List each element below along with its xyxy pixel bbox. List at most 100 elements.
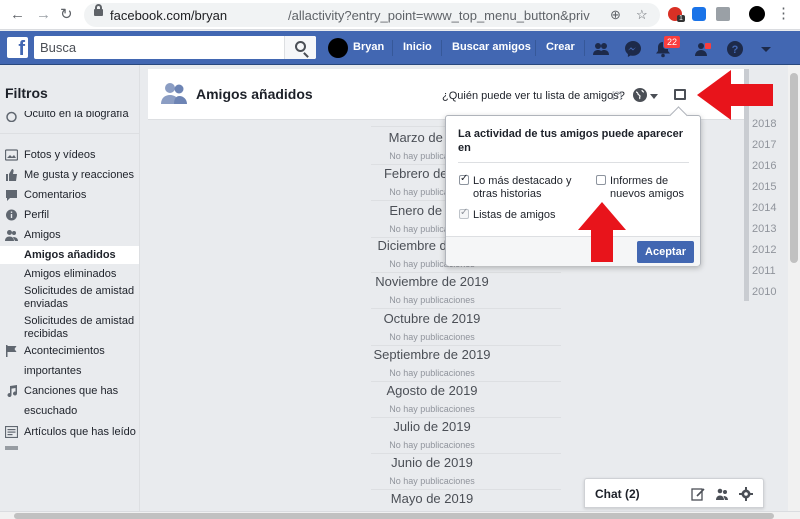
annotation-arrow-up [578, 202, 626, 262]
filters-title: Filtros [5, 85, 48, 101]
sidebar-item-requests-received-line2[interactable]: recibidas [24, 328, 68, 341]
year-link[interactable]: 2017 [752, 139, 776, 151]
profile-avatar[interactable] [328, 38, 348, 58]
year-link[interactable]: 2015 [752, 181, 776, 193]
account-menu-caret-icon[interactable] [757, 40, 775, 58]
search-input[interactable] [34, 36, 284, 59]
sidebar-item-life-events-line2[interactable]: importantes [24, 365, 81, 378]
zoom-icon[interactable]: ⊕ [610, 7, 621, 23]
timeline-divider [371, 381, 561, 382]
privacy-help-link[interactable]: [?] [612, 90, 622, 100]
browser-toolbar: ← → ↻ facebook.com/bryan /allactivity?en… [0, 0, 800, 30]
activity-settings-icon[interactable] [674, 89, 686, 100]
accept-button[interactable]: Aceptar [637, 241, 694, 263]
new-friends-reports-checkbox[interactable] [596, 175, 606, 185]
partial-icon [5, 446, 18, 450]
divider [441, 40, 442, 56]
year-link[interactable]: 2016 [752, 160, 776, 172]
profile-link[interactable]: Bryan [353, 41, 384, 53]
highlights-checkbox[interactable] [459, 173, 469, 185]
timeline-divider [371, 489, 561, 490]
friend-requests-icon[interactable] [592, 40, 610, 58]
horizontal-scroll-thumb[interactable] [14, 513, 774, 519]
back-icon[interactable]: ← [10, 6, 25, 24]
new-message-icon[interactable] [691, 487, 705, 501]
search-box [34, 36, 316, 59]
year-link[interactable]: 2011 [752, 265, 776, 277]
activity-header: Amigos añadidos ¿Quién puede ver tu list… [148, 69, 744, 120]
globe-detail [635, 89, 645, 100]
help-icon[interactable]: ? [726, 40, 744, 58]
forward-icon[interactable]: → [36, 6, 51, 24]
facebook-topbar: f Bryan Inicio Buscar amigos Crear 22 ? [0, 31, 800, 65]
month-heading: Junio de 2019 [391, 455, 473, 470]
url-path: /allactivity?entry_point=www_top_menu_bu… [288, 8, 590, 23]
messenger-icon[interactable] [624, 40, 642, 58]
bookmark-star-icon[interactable]: ☆ [636, 7, 648, 23]
sidebar-item-hidden[interactable]: Oculto en la biografía [0, 111, 139, 122]
highlights-label-line2: otras historias [473, 188, 542, 200]
filters-sidebar: Filtros Oculto en la biografía Fotos y v… [0, 65, 140, 511]
comment-icon [6, 190, 17, 201]
year-link[interactable]: 2014 [752, 202, 776, 214]
timeline-divider [371, 272, 561, 273]
privacy-dropdown-caret-icon[interactable] [650, 94, 658, 99]
horizontal-scrollbar[interactable] [0, 511, 800, 519]
facebook-logo[interactable]: f [7, 37, 28, 58]
vertical-scroll-thumb[interactable] [790, 73, 798, 263]
sidebar-item-requests-received[interactable]: Solicitudes de amistad [24, 315, 134, 328]
friend-lists-checkbox[interactable] [459, 207, 469, 219]
menu-dots-icon[interactable]: ⋮ [776, 5, 791, 23]
address-bar[interactable]: facebook.com/bryan /allactivity?entry_po… [84, 3, 660, 27]
month-heading: Agosto de 2019 [386, 383, 478, 398]
find-friends-link[interactable]: Buscar amigos [452, 41, 531, 53]
activity-settings-popup: La actividad de tus amigos puede aparece… [445, 115, 701, 266]
quick-help-friends-icon[interactable] [694, 40, 712, 58]
year-link[interactable]: 2013 [752, 223, 776, 235]
sidebar-item-friends-removed[interactable]: Amigos eliminados [24, 268, 116, 281]
music-icon [7, 385, 18, 397]
page-title: Amigos añadidos [196, 86, 313, 102]
divider [392, 40, 393, 56]
sidebar-item-requests-sent-line2[interactable]: enviadas [24, 298, 68, 311]
popup-title: La actividad de tus amigos puede aparece… [458, 128, 683, 154]
info-icon [6, 209, 17, 221]
year-link[interactable]: 2010 [752, 286, 776, 298]
highlights-label: Lo más destacado y [473, 175, 572, 187]
lock-icon [94, 4, 103, 16]
reload-icon[interactable]: ↻ [60, 6, 73, 24]
friends-icon [5, 230, 18, 241]
year-link[interactable]: 2012 [752, 244, 776, 256]
popup-divider [458, 162, 689, 163]
search-button[interactable] [284, 36, 316, 59]
privacy-question: ¿Quién puede ver tu lista de amigos? [442, 90, 625, 102]
globe-icon[interactable] [633, 88, 647, 102]
camera-icon[interactable] [716, 7, 730, 21]
extension-icon-2[interactable] [692, 7, 706, 21]
timeline-divider [371, 417, 561, 418]
sidebar-divider [0, 133, 139, 134]
divider [535, 40, 536, 56]
group-chat-icon[interactable] [715, 487, 729, 501]
vertical-scrollbar[interactable] [788, 65, 800, 511]
svg-text:?: ? [732, 44, 739, 56]
create-link[interactable]: Crear [546, 41, 575, 53]
annotation-arrow-left [697, 70, 773, 120]
home-link[interactable]: Inicio [403, 41, 432, 53]
divider [584, 40, 585, 56]
sidebar-item-requests-sent[interactable]: Solicitudes de amistad [24, 285, 134, 298]
empty-posts: No hay publicaciones [389, 332, 475, 342]
popup-footer: Aceptar [446, 236, 700, 266]
profile-avatar[interactable] [749, 6, 765, 22]
empty-posts: No hay publicaciones [389, 440, 475, 450]
empty-posts: No hay publicaciones [389, 368, 475, 378]
sidebar-item-friends-added[interactable]: Amigos añadidos [24, 249, 116, 262]
chat-settings-gear-icon[interactable] [739, 487, 753, 501]
photo-icon [5, 149, 18, 161]
sidebar-item-songs-line2[interactable]: escuchado [24, 405, 77, 418]
month-heading: Septiembre de 2019 [373, 347, 491, 362]
timeline-divider [371, 345, 561, 346]
chat-bar[interactable]: Chat (2) [584, 478, 764, 508]
new-friends-reports-label: Informes de [610, 175, 669, 187]
month-heading: Julio de 2019 [393, 419, 471, 434]
